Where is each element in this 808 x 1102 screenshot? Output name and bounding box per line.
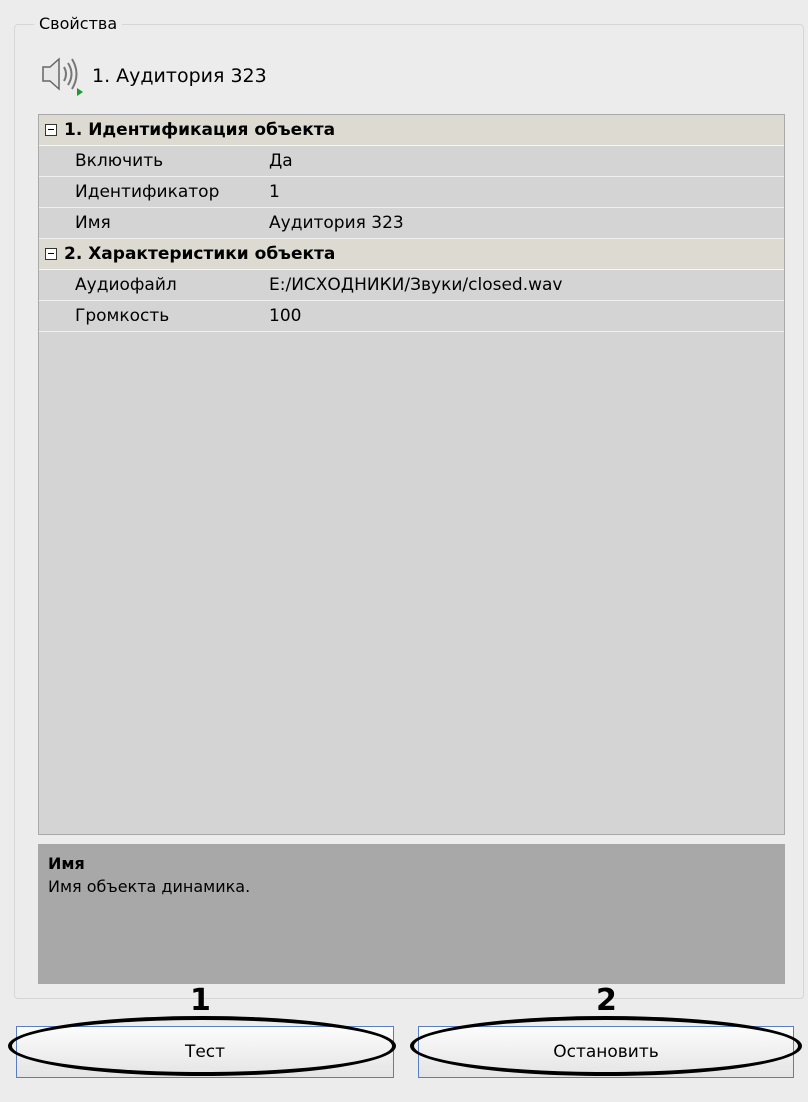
highlight-oval-stop (410, 1016, 802, 1076)
annotation-number-2: 2 (596, 983, 617, 1018)
collapse-icon[interactable] (45, 248, 57, 260)
speaker-icon (38, 51, 84, 102)
property-name: Аудиофайл (75, 275, 177, 295)
annotation-number-1: 1 (190, 983, 211, 1018)
category-label: 1. Идентификация объекта (64, 120, 336, 140)
property-row-name[interactable]: Имя Аудитория 323 (39, 208, 784, 239)
property-row-identifier[interactable]: Идентификатор 1 (39, 177, 784, 208)
description-pane: Имя Имя объекта динамика. (38, 844, 785, 984)
property-value[interactable]: 1 (245, 182, 280, 202)
property-row-volume[interactable]: Громкость 100 (39, 301, 784, 332)
property-name: Громкость (75, 306, 170, 326)
category-identification[interactable]: 1. Идентификация объекта (39, 115, 784, 146)
property-value[interactable]: Да (245, 151, 293, 171)
property-row-enable[interactable]: Включить Да (39, 146, 784, 177)
panel-title: Свойства (34, 14, 123, 34)
property-value[interactable]: E:/ИСХОДНИКИ/Звуки/closed.wav (245, 275, 563, 295)
property-grid: 1. Идентификация объекта Включить Да Иде… (38, 114, 785, 835)
property-name: Имя (75, 213, 111, 233)
property-name: Включить (75, 151, 164, 171)
object-title: 1. Аудитория 323 (92, 65, 267, 87)
property-name: Идентификатор (75, 182, 220, 202)
collapse-icon[interactable] (45, 124, 57, 136)
description-title: Имя (48, 854, 85, 873)
property-value[interactable]: 100 (245, 306, 301, 326)
category-characteristics[interactable]: 2. Характеристики объекта (39, 239, 784, 270)
category-label: 2. Характеристики объекта (64, 244, 336, 264)
property-value[interactable]: Аудитория 323 (245, 213, 404, 233)
property-row-audiofile[interactable]: Аудиофайл E:/ИСХОДНИКИ/Звуки/closed.wav (39, 270, 784, 301)
highlight-oval-test (8, 1016, 396, 1076)
object-header: 1. Аудитория 323 (38, 54, 267, 98)
description-text: Имя объекта динамика. (48, 877, 251, 896)
